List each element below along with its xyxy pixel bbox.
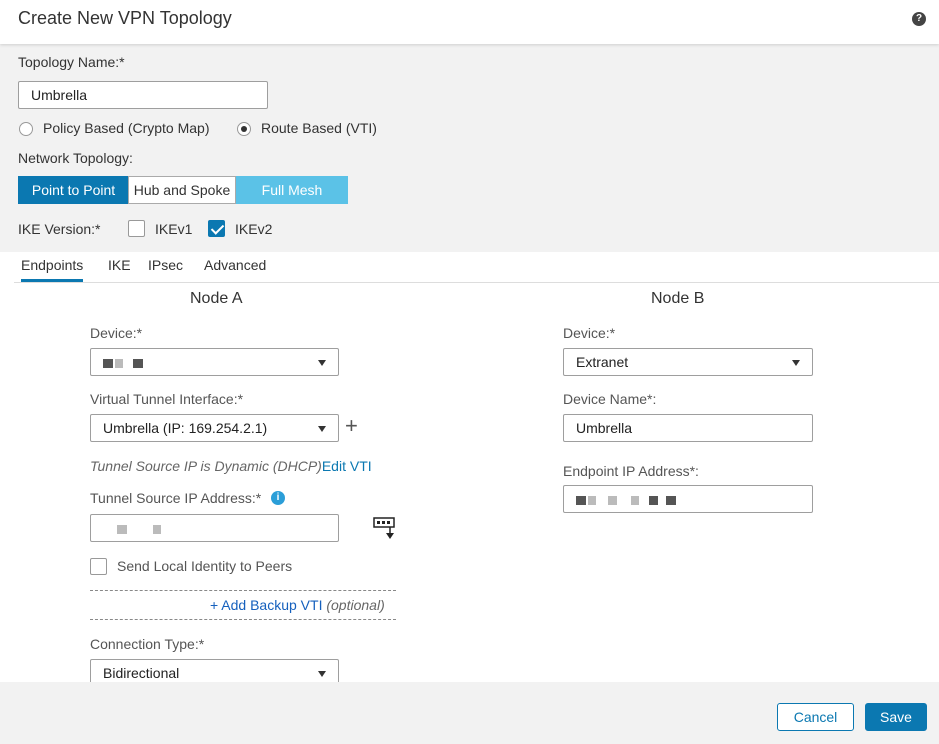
topology-point-to-point-button[interactable]: Point to Point: [18, 176, 129, 204]
redacted-device-value: [103, 354, 145, 370]
route-based-label[interactable]: Route Based (VTI): [261, 120, 377, 136]
tab-ike[interactable]: IKE: [108, 257, 131, 273]
info-icon[interactable]: i: [271, 491, 285, 505]
connection-type-label: Connection Type:*: [90, 636, 205, 652]
add-backup-vti-optional: (optional): [326, 597, 385, 613]
endpoints-panel: Endpoints IKE IPsec Advanced Node A Devi…: [0, 252, 939, 682]
help-icon[interactable]: ?: [912, 12, 926, 26]
backup-vti-top-divider: [90, 590, 396, 591]
node-a-vti-select[interactable]: Umbrella (IP: 169.254.2.1): [90, 414, 339, 442]
redacted-ip-value: [103, 520, 163, 536]
tab-endpoints[interactable]: Endpoints: [21, 257, 84, 282]
network-topology-label: Network Topology:: [18, 150, 133, 166]
connection-type-select[interactable]: Bidirectional: [90, 659, 339, 682]
dialog-footer: Cancel Save: [0, 682, 939, 744]
tab-ipsec[interactable]: IPsec: [148, 257, 183, 273]
dynamic-source-note: Tunnel Source IP is Dynamic (DHCP)Edit V…: [90, 458, 372, 474]
node-a-device-label: Device:*: [90, 325, 143, 341]
node-a-title: Node A: [190, 290, 243, 307]
add-backup-vti[interactable]: + Add Backup VTI (optional): [210, 597, 385, 613]
ike-version-label: IKE Version:*: [18, 221, 101, 237]
node-a-vti-value: Umbrella (IP: 169.254.2.1): [103, 420, 268, 436]
chevron-down-icon: [792, 360, 800, 366]
plus-icon[interactable]: +: [345, 415, 358, 437]
chevron-down-icon: [318, 671, 326, 677]
endpoint-ip-input[interactable]: [563, 485, 813, 513]
send-identity-checkbox[interactable]: [90, 558, 107, 575]
chevron-down-icon: [318, 360, 326, 366]
ikev1-checkbox[interactable]: [128, 220, 145, 237]
node-b-device-select[interactable]: Extranet: [563, 348, 813, 376]
policy-based-label[interactable]: Policy Based (Crypto Map): [43, 120, 210, 136]
node-a-device-select[interactable]: [90, 348, 339, 376]
endpoint-ip-label: Endpoint IP Address*:: [563, 463, 699, 479]
route-based-radio[interactable]: [237, 122, 251, 136]
dialog-title: Create New VPN Topology: [18, 8, 232, 28]
node-a-vti-label: Virtual Tunnel Interface:*: [90, 391, 244, 407]
topology-settings: Topology Name:* Umbrella Policy Based (C…: [0, 44, 939, 252]
ikev1-label[interactable]: IKEv1: [155, 221, 192, 237]
tabs-divider: [14, 282, 939, 283]
topology-name-input[interactable]: Umbrella: [18, 81, 268, 109]
dynamic-source-note-text: Tunnel Source IP is Dynamic (DHCP): [90, 458, 322, 474]
add-backup-vti-link[interactable]: + Add Backup VTI: [210, 597, 322, 613]
save-button[interactable]: Save: [865, 703, 927, 731]
device-name-input[interactable]: Umbrella: [563, 414, 813, 442]
interface-download-icon[interactable]: [373, 516, 395, 540]
redacted-endpoint-ip: [576, 491, 678, 507]
node-b-device-label: Device:*: [563, 325, 616, 341]
edit-vti-link[interactable]: Edit VTI: [322, 458, 372, 474]
topology-name-label: Topology Name:*: [18, 54, 125, 70]
dialog-header: Create New VPN Topology ?: [0, 0, 939, 44]
node-b-device-value: Extranet: [576, 354, 629, 370]
connection-type-value: Bidirectional: [103, 665, 180, 681]
send-identity-label[interactable]: Send Local Identity to Peers: [117, 558, 292, 574]
ikev2-checkbox[interactable]: [208, 220, 225, 237]
device-name-label: Device Name*:: [563, 391, 657, 407]
backup-vti-bottom-divider: [90, 619, 396, 620]
cancel-button[interactable]: Cancel: [777, 703, 854, 731]
policy-based-radio[interactable]: [19, 122, 33, 136]
tab-advanced[interactable]: Advanced: [204, 257, 266, 273]
topology-full-mesh-button[interactable]: Full Mesh: [236, 176, 348, 204]
topology-hub-and-spoke-button[interactable]: Hub and Spoke: [128, 176, 236, 204]
ikev2-label[interactable]: IKEv2: [235, 221, 272, 237]
node-b-title: Node B: [651, 290, 705, 307]
chevron-down-icon: [318, 426, 326, 432]
tunnel-source-ip-label: Tunnel Source IP Address:*: [90, 490, 262, 506]
tunnel-source-ip-input[interactable]: [90, 514, 339, 542]
